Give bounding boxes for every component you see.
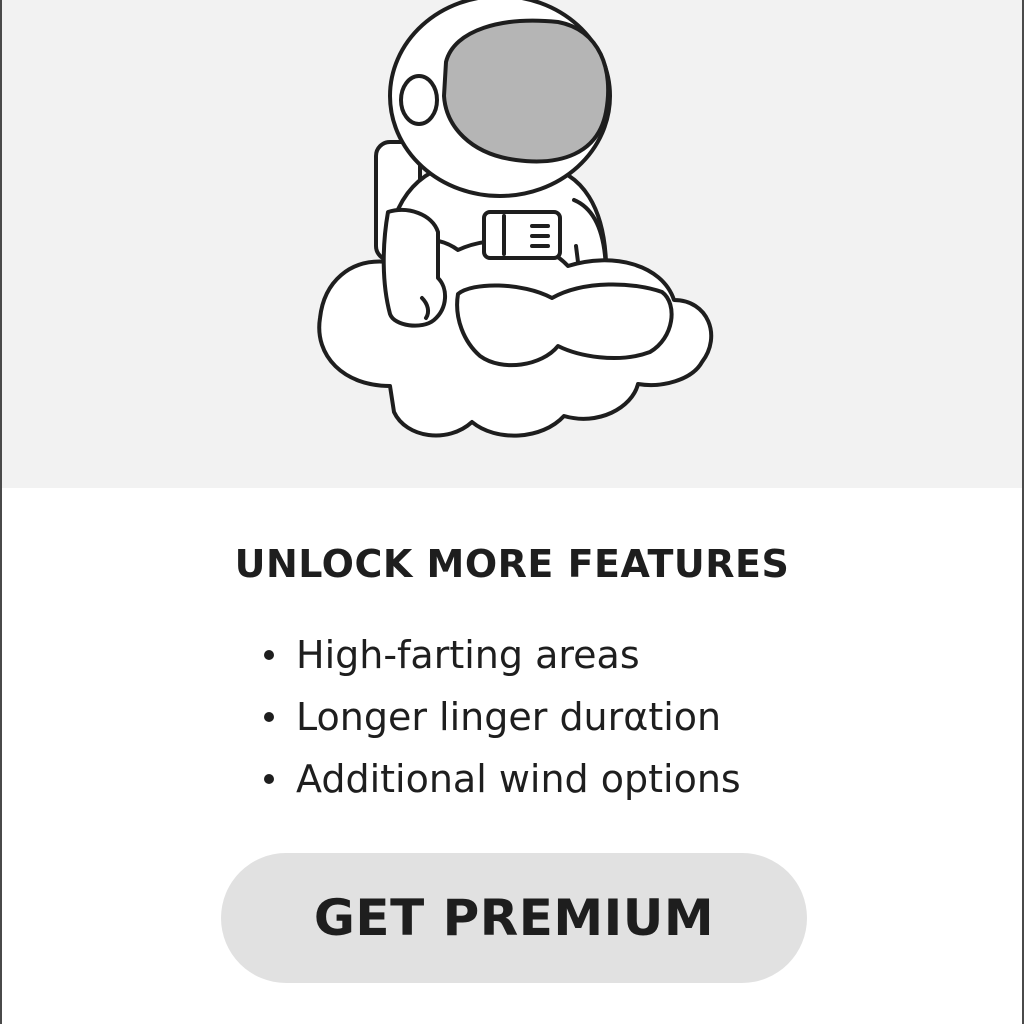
astronaut-on-cloud-illustration — [317, 0, 714, 438]
bullet-icon — [264, 650, 274, 660]
bullet-icon — [264, 774, 274, 784]
feature-list: High-farting areas Longer linger durαtio… — [264, 624, 741, 810]
helmet-visor — [441, 18, 611, 164]
premium-paywall-screen: UNLOCK MORE FEATURES High-farting areas … — [0, 0, 1024, 1024]
astronaut-left-arm — [381, 208, 447, 328]
helmet-ear-piece — [399, 74, 439, 126]
bullet-icon — [264, 712, 274, 722]
paywall-content: UNLOCK MORE FEATURES High-farting areas … — [2, 488, 1022, 1024]
feature-label: Additional wind options — [296, 757, 741, 801]
feature-label: Longer linger durαtion — [296, 695, 722, 739]
paywall-title: UNLOCK MORE FEATURES — [234, 542, 790, 586]
feature-item: Additional wind options — [264, 748, 741, 810]
feature-label: High-farting areas — [296, 633, 640, 677]
feature-item: High-farting areas — [264, 624, 741, 686]
feature-item: Longer linger durαtion — [264, 686, 741, 748]
get-premium-button[interactable]: GET PREMIUM — [221, 853, 807, 983]
hero-banner — [2, 0, 1022, 488]
